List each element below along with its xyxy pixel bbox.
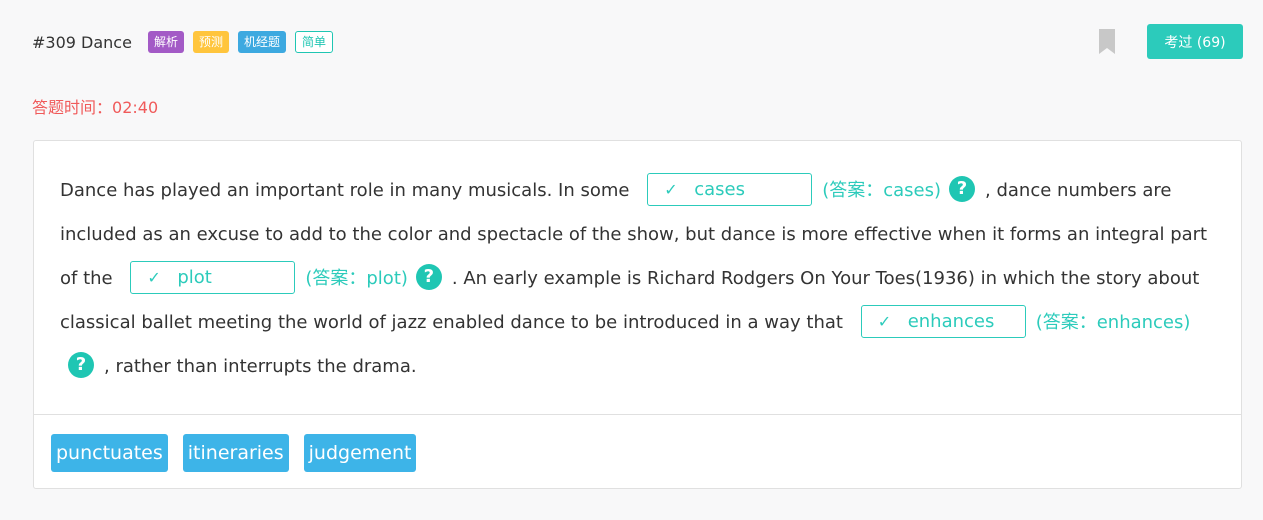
tag-machine-question[interactable]: 机经题 <box>237 31 286 53</box>
answer-label: (答案：cases) <box>822 180 942 201</box>
tag-analysis[interactable]: 解析 <box>147 31 184 53</box>
blank-input-3[interactable]: ✓ enhances <box>860 304 1026 338</box>
help-circle-icon[interactable]: ? <box>68 352 94 378</box>
blank-value: cases <box>694 178 745 200</box>
check-icon: ✓ <box>664 179 678 199</box>
option-chip[interactable]: punctuates <box>51 434 168 472</box>
blank-input-1[interactable]: ✓ cases <box>647 172 813 206</box>
timer-label: 答题时间： <box>32 98 113 117</box>
question-header: #309 Dance 解析 预测 机经题 简单 <box>32 28 342 56</box>
passage-segment: Dance has played an important role in ma… <box>60 180 630 201</box>
tag-difficulty[interactable]: 简单 <box>294 31 333 53</box>
card-divider <box>34 414 1241 415</box>
option-chip[interactable]: itineraries <box>182 434 289 472</box>
passage-segment: , rather than interrupts the drama. <box>104 356 417 377</box>
tag-prediction[interactable]: 预测 <box>192 31 229 53</box>
check-icon: ✓ <box>147 267 161 287</box>
question-title: #309 Dance <box>32 32 132 52</box>
blank-value: enhances <box>907 310 995 332</box>
question-card: Dance has played an important role in ma… <box>33 140 1242 489</box>
help-circle-icon[interactable]: ? <box>415 264 442 290</box>
bookmark-icon[interactable] <box>1099 29 1115 54</box>
blank-input-2[interactable]: ✓ plot <box>130 260 296 294</box>
timer-value: 02:40 <box>112 98 159 117</box>
blank-value: plot <box>177 266 212 288</box>
option-list: punctuates itineraries judgement <box>51 434 417 472</box>
answer-label: (答案：plot) <box>305 268 408 289</box>
help-circle-icon[interactable]: ? <box>949 176 976 202</box>
option-chip[interactable]: judgement <box>303 434 417 472</box>
answer-timer: 答题时间：02:40 <box>32 94 158 118</box>
exam-taken-button[interactable]: 考过 (69) <box>1147 24 1243 59</box>
answer-label: (答案：enhances) <box>1035 312 1191 333</box>
passage-text: Dance has played an important role in ma… <box>60 169 1210 389</box>
check-icon: ✓ <box>877 311 892 331</box>
